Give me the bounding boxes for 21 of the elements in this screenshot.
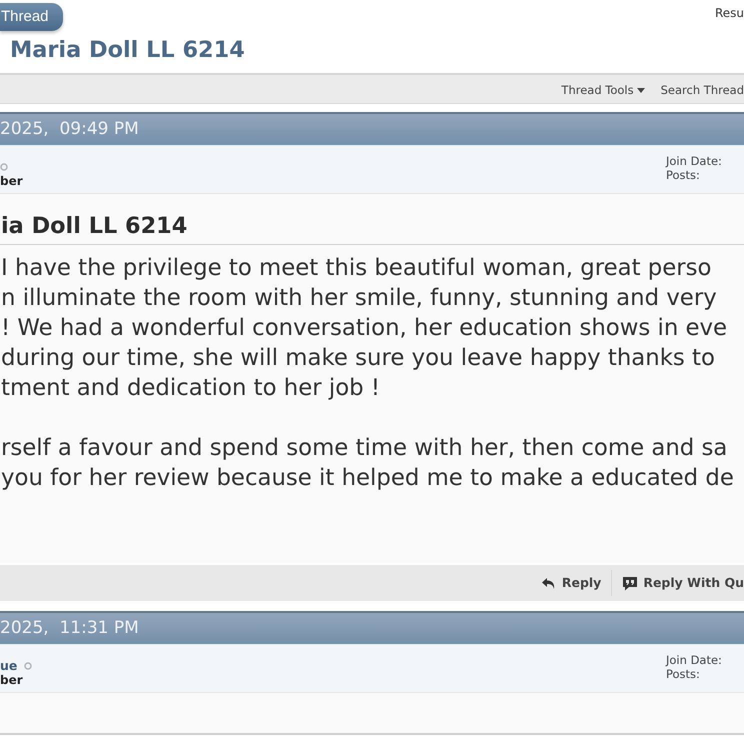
reply-with-quote-button[interactable]: Reply With Qu xyxy=(612,574,744,592)
user-info-label: Posts: xyxy=(666,667,701,681)
new-thread-button[interactable]: Thread xyxy=(0,3,63,31)
user-info-label: Join Date: xyxy=(666,653,723,667)
username-link[interactable]: ue xyxy=(0,658,18,673)
reply-button[interactable]: Reply xyxy=(530,574,612,592)
post-date: 2025, 11:31 PM xyxy=(0,616,139,640)
thread-title: Maria Doll LL 6214 xyxy=(10,37,246,64)
post-paragraph: I have the privilege to meet this beautiful woman, great perso n illuminate the room with her smile, funny, stunning and very ! We had a wonderful conversation, her education shows in eve during our time, she will make sure you leave happy thanks to tment and dedication to her job ! xyxy=(0,254,728,403)
speech-bubble-icon xyxy=(622,576,638,590)
user-rank: ber xyxy=(0,174,23,189)
post-title: ia Doll LL 6214 xyxy=(0,194,744,245)
user-rank: ber xyxy=(0,673,24,688)
results-link[interactable]: Resu xyxy=(714,4,744,22)
toolbar-menu-link[interactable]: Thread Tools xyxy=(561,82,645,100)
user-info-label: Join Date: xyxy=(666,154,723,168)
reply-arrow-icon xyxy=(540,576,557,590)
post-date: 2025, 09:49 PM xyxy=(0,118,139,141)
toolbar-menu-link[interactable]: Search Thread xyxy=(660,82,744,100)
post-paragraph: rself a favour and spend some time with her, then come and sa you for her review because it helped me to make a educated de xyxy=(0,434,735,493)
user-info-label: Posts: xyxy=(666,168,701,182)
